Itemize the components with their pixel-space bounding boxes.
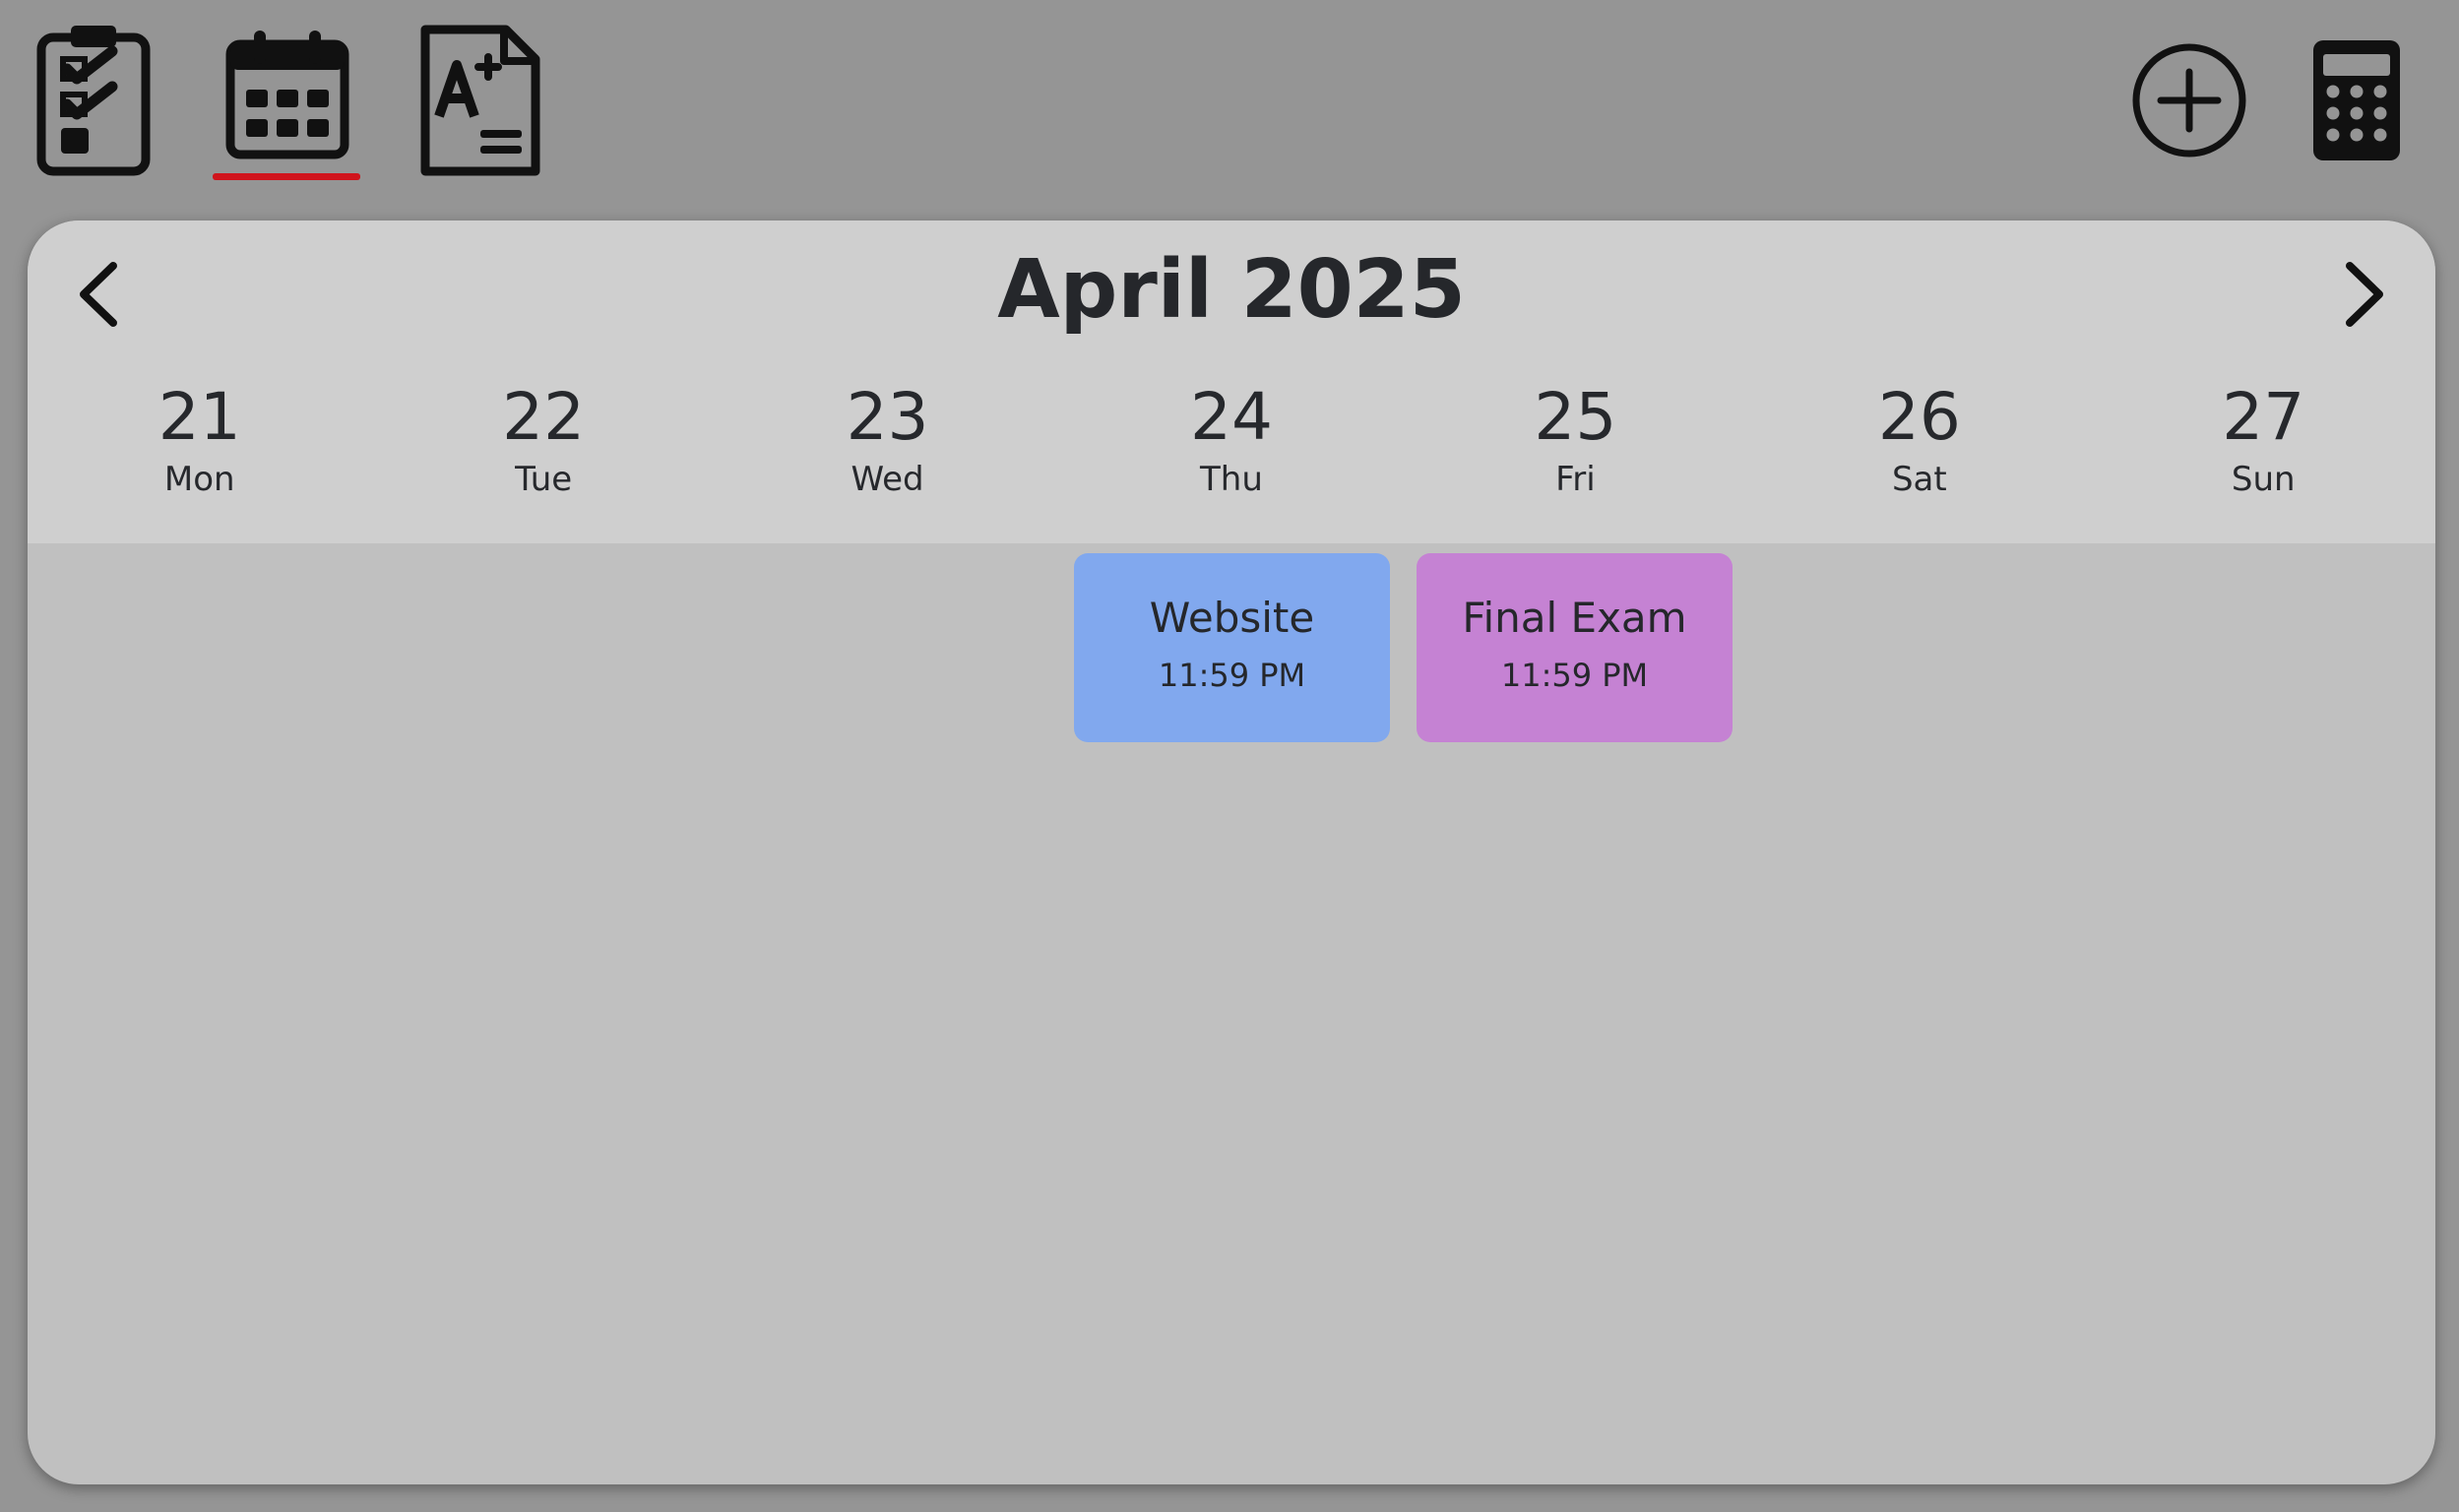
day-name: Tue <box>515 460 573 499</box>
calendar-icon[interactable] <box>222 26 352 163</box>
event-title: Website <box>1149 594 1315 642</box>
day-column-sat[interactable]: 26 Sat <box>1747 378 2091 536</box>
day-number: 23 <box>846 379 929 455</box>
day-column-fri[interactable]: 25 Fri <box>1404 378 1747 536</box>
event-time: 11:59 PM <box>1158 657 1306 694</box>
day-column-mon[interactable]: 21 Mon <box>28 378 371 536</box>
chevron-right-icon <box>2346 262 2383 327</box>
calculator-icon[interactable] <box>2309 37 2404 163</box>
calendar-panel: April 2025 21 Mon 22 Tue 23 Wed 24 Thu 2… <box>28 220 2435 1484</box>
day-number: 22 <box>502 379 586 455</box>
day-column-tue[interactable]: 22 Tue <box>371 378 715 536</box>
day-name: Mon <box>163 460 235 499</box>
day-number: 24 <box>1189 379 1273 455</box>
month-title: April 2025 <box>997 243 1466 337</box>
day-name: Sat <box>1891 460 1947 499</box>
events-row: Website 11:59 PM Final Exam 11:59 PM <box>28 553 2435 750</box>
add-circle-icon[interactable] <box>2130 39 2248 161</box>
day-name: Sun <box>2231 460 2296 499</box>
day-column-sun[interactable]: 27 Sun <box>2092 378 2435 536</box>
day-name: Fri <box>1555 460 1596 499</box>
day-number: 25 <box>1534 379 1617 455</box>
day-name: Thu <box>1200 460 1263 499</box>
day-column-wed[interactable]: 23 Wed <box>716 378 1059 536</box>
event-card-website[interactable]: Website 11:59 PM <box>1074 553 1390 742</box>
day-column-thu[interactable]: 24 Thu <box>1059 378 1403 536</box>
next-week-button[interactable] <box>2319 250 2408 339</box>
day-number: 26 <box>1877 379 1961 455</box>
event-title: Final Exam <box>1462 594 1687 642</box>
clipboard-checklist-icon[interactable] <box>33 22 154 179</box>
grade-document-icon[interactable] <box>417 22 543 179</box>
active-tab-underline <box>213 173 360 180</box>
day-name: Wed <box>851 460 924 499</box>
event-time: 11:59 PM <box>1500 657 1649 694</box>
event-card-final-exam[interactable]: Final Exam 11:59 PM <box>1417 553 1733 742</box>
top-toolbar <box>0 0 2459 197</box>
day-number: 21 <box>158 379 241 455</box>
week-days-row: 21 Mon 22 Tue 23 Wed 24 Thu 25 Fri 26 Sa… <box>28 378 2435 536</box>
calendar-header: April 2025 21 Mon 22 Tue 23 Wed 24 Thu 2… <box>28 220 2435 543</box>
day-number: 27 <box>2222 379 2305 455</box>
